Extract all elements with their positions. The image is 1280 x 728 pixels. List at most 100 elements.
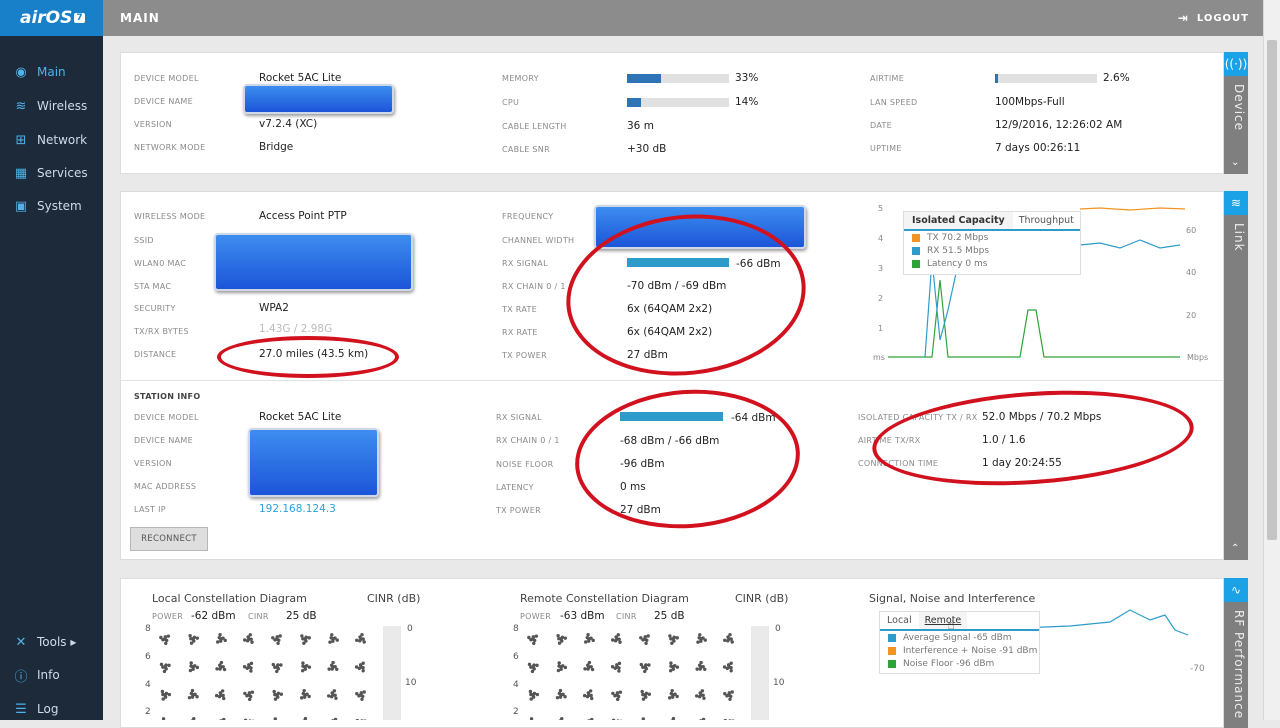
constellation-point: [308, 665, 311, 668]
channel-width-label: CHANNEL WIDTH: [502, 236, 574, 245]
constellation-point: [278, 634, 281, 637]
cinr-tick: 10: [773, 678, 784, 688]
constellation-point: [583, 667, 586, 670]
legend-swatch: [912, 234, 920, 242]
constellation-point: [640, 690, 643, 693]
tab-remote[interactable]: Remote: [919, 612, 968, 629]
constellation-point: [249, 695, 252, 698]
constellation-point: [670, 689, 673, 692]
nav-log[interactable]: ☰Log: [0, 696, 103, 722]
constellation-point: [618, 662, 621, 665]
constellation-point: [617, 633, 620, 636]
airos-logo[interactable]: airOS7: [0, 0, 103, 36]
logout-label: LOGOUT: [1197, 13, 1249, 24]
constellation-point: [272, 690, 275, 693]
constellation-point: [536, 693, 539, 696]
link-tab[interactable]: ≋ Link ⌃: [1224, 191, 1248, 560]
nav-info[interactable]: ⓘInfo: [0, 662, 103, 688]
device-tab[interactable]: ((·)) Device ⌄: [1224, 52, 1248, 174]
rf-performance-tab[interactable]: ∿ RF Performance: [1224, 578, 1248, 728]
constellation-point: [243, 692, 246, 695]
rx-signal-bar: [627, 258, 729, 267]
cinr-tick: 0: [775, 624, 781, 634]
nav-wireless[interactable]: ≋Wireless: [0, 93, 103, 119]
constellation-y-tick: 2: [513, 707, 519, 717]
noise-floor-value: -96 dBm: [620, 458, 665, 470]
constellation-point: [331, 667, 334, 670]
scrollbar-thumb[interactable]: [1267, 40, 1277, 540]
constellation-point: [190, 661, 193, 664]
rf-tab-label: RF Performance: [1226, 610, 1246, 719]
constellation-point: [249, 638, 252, 641]
legend-swatch: [912, 260, 920, 268]
constellation-point: [726, 639, 729, 642]
tab-throughput[interactable]: Throughput: [1013, 212, 1080, 229]
wifi-icon: ≋: [1224, 191, 1248, 215]
constellation-point: [731, 690, 734, 693]
nav-main[interactable]: ◉Main: [0, 59, 103, 85]
tab-isolated-capacity[interactable]: Isolated Capacity: [904, 212, 1013, 229]
constellation-point: [535, 634, 538, 637]
nav-label: Info: [37, 668, 60, 682]
constellation-point: [327, 667, 330, 670]
constellation-point: [646, 634, 649, 637]
tab-local[interactable]: Local: [880, 612, 919, 629]
latency-value: 0 ms: [620, 481, 646, 493]
constellation-point: [728, 633, 731, 636]
y-unit: ms: [873, 353, 885, 362]
airtime-label: AIRTIME: [870, 74, 904, 83]
date-label: DATE: [870, 121, 892, 130]
logo-version: 7: [74, 13, 84, 23]
remote-power-value: -63 dBm: [560, 610, 605, 622]
constellation-point: [616, 698, 619, 701]
network-mode-value: Bridge: [259, 141, 293, 153]
distance-value: 27.0 miles (43.5 km): [259, 348, 368, 360]
constellation-point: [222, 697, 225, 700]
constellation-point: [589, 689, 592, 692]
nav-label: Tools ▸: [37, 635, 76, 649]
constellation-point: [531, 670, 534, 673]
last-ip-link[interactable]: 192.168.124.3: [259, 503, 336, 515]
tx-rate-value: 6x (64QAM 2x2): [627, 303, 712, 315]
constellation-point: [527, 636, 530, 639]
logout-icon: ⇥: [1178, 11, 1189, 25]
cable-length-label: CABLE LENGTH: [502, 122, 567, 131]
uptime-value: 7 days 00:26:11: [995, 142, 1080, 154]
constellation-point: [583, 694, 586, 697]
constellation-point: [331, 639, 334, 642]
constellation-point: [330, 633, 333, 636]
last-ip-label: LAST IP: [134, 505, 166, 514]
constellation-point: [696, 640, 699, 643]
constellation-point: [164, 635, 167, 638]
constellation-point: [355, 692, 358, 695]
constellation-point: [589, 694, 592, 697]
constellation-point: [216, 640, 219, 643]
nav-system[interactable]: ▣System: [0, 193, 103, 219]
nav-services[interactable]: ▦Services: [0, 160, 103, 186]
y-tick: 3: [878, 264, 883, 273]
constellation-point: [671, 695, 674, 698]
scrollbar[interactable]: [1263, 0, 1280, 720]
nav-label: Wireless: [37, 99, 87, 113]
nav-tools[interactable]: ✕ Tools ▸: [0, 629, 103, 655]
tools-icon: ✕: [12, 633, 30, 651]
logout-button[interactable]: ⇥ LOGOUT: [1178, 0, 1249, 36]
constellation-point: [251, 691, 254, 694]
sni-legend: Local Remote Average Signal -65 dBm Inte…: [879, 611, 1040, 674]
reconnect-button[interactable]: RECONNECT: [130, 527, 208, 551]
tx-rate-label: TX RATE: [502, 305, 537, 314]
constellation-point: [698, 633, 701, 636]
nav-network[interactable]: ⊞Network: [0, 127, 103, 153]
airtime-bar: [995, 74, 1097, 83]
station-model-value: Rocket 5AC Lite: [259, 411, 341, 423]
constellation-point: [730, 661, 733, 664]
remote-constellation-plot: [520, 626, 742, 720]
constellation-point: [334, 697, 337, 700]
security-label: SECURITY: [134, 304, 176, 313]
constellation-point: [164, 663, 167, 666]
constellation-point: [188, 696, 191, 699]
lan-speed-label: LAN SPEED: [870, 98, 918, 107]
capacity-chart: 5 4 3 2 1 ms 60 40 20 Mbps Isolated Capa…: [870, 200, 1215, 370]
rx-signal-label: RX SIGNAL: [502, 259, 548, 268]
constellation-point: [358, 639, 361, 642]
